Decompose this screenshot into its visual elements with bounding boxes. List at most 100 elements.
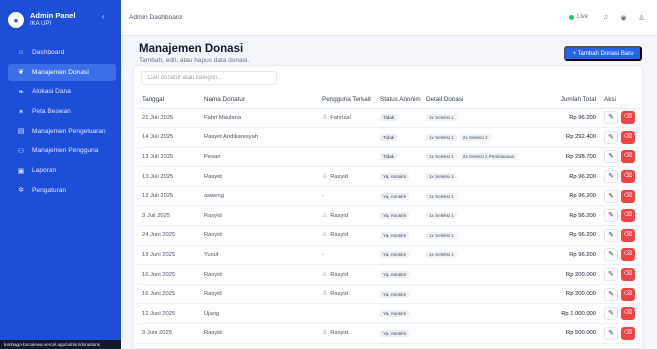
- cell-total: Rp 96.200: [528, 166, 600, 187]
- sidebar-item-peta-beswan[interactable]: ✶ Peta Beswan: [8, 103, 116, 120]
- edit-pencil-icon[interactable]: ✎: [604, 248, 618, 262]
- cell-actions: ✎ ⌫: [600, 186, 640, 207]
- cell-donation-details: 1x Seleksi 1: [422, 225, 528, 246]
- edit-pencil-icon[interactable]: ✎: [604, 228, 618, 242]
- column-header[interactable]: Tanggal: [138, 91, 200, 109]
- edit-pencil-icon[interactable]: ✎: [604, 326, 618, 340]
- page-title: Manajemen Donasi: [139, 43, 244, 55]
- cell-total: Rp 298.700: [528, 147, 600, 168]
- delete-trash-icon[interactable]: ⌫: [621, 248, 635, 262]
- sidebar: ● Admin Panel IKA UPI ‹ ⌂ Dashboard ❦ Manaj…: [0, 0, 121, 349]
- cell-linked-user: -: [318, 245, 376, 266]
- cell-total: Rp 96.200: [528, 245, 600, 266]
- table-row: 13 Juli 2025 asweng - Ya, Anonim 1x Seleksi …: [138, 186, 640, 207]
- cell-linked-user: ♙ Rasyid: [318, 264, 376, 285]
- cell-donation-details: [422, 284, 528, 305]
- sidebar-item-pengaturan[interactable]: ✲ Pengaturan: [8, 182, 116, 199]
- sidebar-item-dashboard[interactable]: ⌂ Dashboard: [8, 44, 116, 61]
- column-header[interactable]: Jumlah Total: [528, 91, 600, 109]
- cell-donor-name: Rasyid: [200, 284, 318, 305]
- delete-trash-icon[interactable]: ⌫: [621, 326, 635, 340]
- delete-trash-icon[interactable]: ⌫: [621, 209, 635, 223]
- cell-linked-user: ♙ Rasyid: [318, 323, 376, 344]
- status-badge: Ya, Anonim: [380, 173, 410, 181]
- cell-donor-name: Rasyid: [200, 205, 318, 227]
- cell-total: Rp 200.000: [528, 264, 600, 285]
- column-header[interactable]: Nama Donatur: [200, 91, 318, 109]
- cell-donation-details: [422, 303, 528, 325]
- cell-actions: ✎ ⌫: [600, 166, 640, 187]
- edit-pencil-icon[interactable]: ✎: [604, 150, 618, 164]
- delete-trash-icon[interactable]: ⌫: [621, 130, 635, 144]
- cell-donor-name: Ujang: [200, 303, 318, 325]
- edit-pencil-icon[interactable]: ✎: [604, 287, 618, 301]
- user-icon: ♙: [322, 330, 328, 337]
- status-badge: Ya, Anonim: [380, 290, 410, 298]
- cell-donor-name: Pesan: [200, 147, 318, 168]
- sidebar-item-manajemen-donasi[interactable]: ❦ Manajemen Donasi: [8, 63, 116, 81]
- users-icon: ⚇: [17, 147, 25, 155]
- linked-user-name: Rasyid: [330, 173, 348, 180]
- table-header-row: Tanggal Nama Donatur Pengguna Terkait Statu…: [138, 91, 640, 109]
- cell-anon-status: Ya, Anonim: [376, 323, 422, 344]
- bell-icon[interactable]: ♫: [599, 11, 612, 24]
- page-subtitle: Tambah, edit, atau hapus data donasi.: [139, 57, 250, 64]
- sidebar-item-label: Laporan: [32, 167, 57, 175]
- cell-linked-user: ♙ Rasyid: [318, 205, 376, 227]
- column-header[interactable]: Aksi: [600, 91, 640, 109]
- sidebar-item-alokasi-dana[interactable]: ❧ Alokasi Dana: [8, 83, 116, 100]
- edit-pencil-icon[interactable]: ✎: [604, 209, 618, 223]
- edit-pencil-icon[interactable]: ✎: [604, 130, 618, 144]
- cell-linked-user: [318, 147, 376, 168]
- status-badge: Tidak: [380, 133, 398, 141]
- cell-actions: ✎ ⌫: [600, 323, 640, 344]
- cell-actions: ✎ ⌫: [600, 264, 640, 285]
- delete-trash-icon[interactable]: ⌫: [621, 307, 635, 321]
- delete-trash-icon[interactable]: ⌫: [621, 150, 635, 164]
- chevron-left-icon[interactable]: ‹: [102, 12, 105, 21]
- cell-date: 14 Juli 2025: [138, 127, 200, 148]
- search-input[interactable]: [141, 71, 277, 85]
- column-header[interactable]: Pengguna Terkait: [318, 91, 376, 109]
- cell-anon-status: Tidak: [376, 127, 422, 148]
- donations-table: Tanggal Nama Donatur Pengguna Terkait Statu…: [138, 91, 640, 344]
- table-row: 12 Juni 2025 Ujang Ya, Anonim Rp 1.000.000 ✎…: [138, 303, 640, 325]
- sidebar-item-laporan[interactable]: ▣ Laporan: [8, 162, 116, 179]
- edit-pencil-icon[interactable]: ✎: [604, 170, 618, 184]
- status-badge: Ya, Anonim: [380, 212, 410, 220]
- cell-total: Rp 200.000: [528, 284, 600, 305]
- table-row: 13 Juli 2025 Pesan Tidak 1x Seleksi 1 2x Sel…: [138, 147, 640, 168]
- cell-date: 13 Juli 2025: [138, 147, 200, 168]
- settings-icon[interactable]: ◉: [617, 11, 630, 24]
- cell-linked-user: ♙ Rasyid: [318, 284, 376, 305]
- cell-total: Rp 500.000: [528, 323, 600, 344]
- sidebar-item-label: Peta Beswan: [32, 108, 71, 116]
- delete-trash-icon[interactable]: ⌫: [621, 228, 635, 242]
- sidebar-item-manajemen-pengguna[interactable]: ⚇ Manajemen Pengguna: [8, 142, 116, 159]
- column-header[interactable]: Status Anonim: [376, 91, 422, 109]
- delete-trash-icon[interactable]: ⌫: [621, 111, 635, 125]
- sidebar-item-manajemen-pengeluaran[interactable]: ▤ Manajemen Pengeluaran: [8, 123, 116, 140]
- cell-date: 3 Juli 2025: [138, 205, 200, 227]
- delete-trash-icon[interactable]: ⌫: [621, 268, 635, 282]
- delete-trash-icon[interactable]: ⌫: [621, 287, 635, 301]
- add-donation-button[interactable]: + Tambah Donasi Baru: [564, 46, 642, 61]
- app-title: Admin Panel: [30, 11, 76, 20]
- cell-donor-name: Rasyid: [200, 225, 318, 246]
- table-row: 14 Juli 2025 Rasyid Andikaresyah Tidak 1x S…: [138, 127, 640, 148]
- user-icon: ♙: [322, 212, 328, 219]
- edit-pencil-icon[interactable]: ✎: [604, 189, 618, 203]
- user-menu-icon[interactable]: ♙: [635, 11, 648, 24]
- edit-pencil-icon[interactable]: ✎: [604, 268, 618, 282]
- edit-pencil-icon[interactable]: ✎: [604, 307, 618, 321]
- topbar-title: Admin Dashboard: [129, 14, 182, 21]
- delete-trash-icon[interactable]: ⌫: [621, 189, 635, 203]
- cell-anon-status: Ya, Anonim: [376, 245, 422, 266]
- cell-total: Rp 96.200: [528, 225, 600, 246]
- live-label: Live: [577, 14, 589, 20]
- delete-trash-icon[interactable]: ⌫: [621, 170, 635, 184]
- column-header[interactable]: Detail Donasi: [422, 91, 528, 109]
- table-row: 24 Juni 2025 Rasyid ♙ Rasyid Ya, Anonim 1x Se…: [138, 225, 640, 246]
- edit-pencil-icon[interactable]: ✎: [604, 111, 618, 125]
- people-icon: ✶: [18, 108, 24, 116]
